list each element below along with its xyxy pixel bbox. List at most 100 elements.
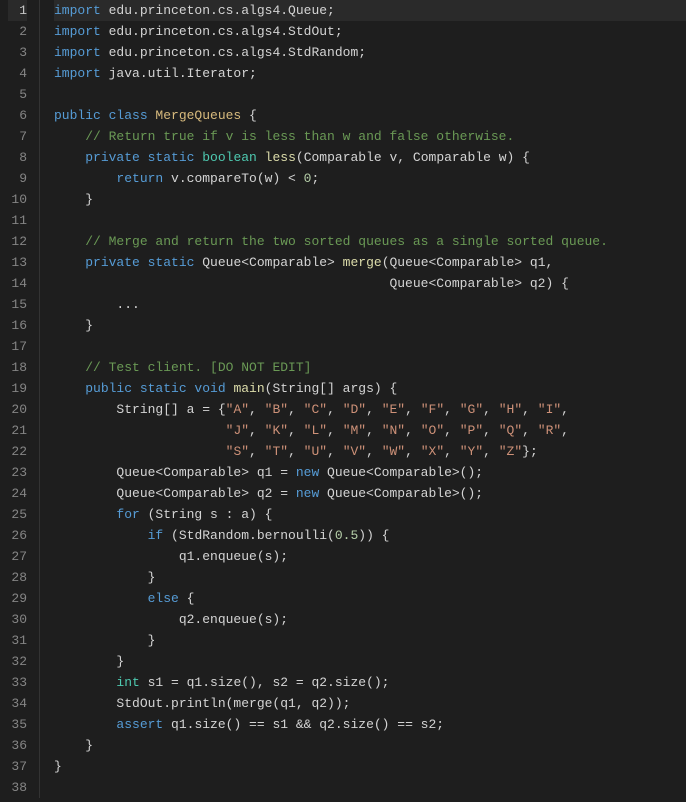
code-line[interactable]: "S", "T", "U", "V", "W", "X", "Y", "Z"};	[54, 441, 686, 462]
token-pun	[54, 171, 116, 186]
line-number: 9	[8, 168, 27, 189]
code-line[interactable]: }	[54, 315, 686, 336]
token-pun: (String s : a) {	[140, 507, 273, 522]
code-line[interactable]: // Merge and return the two sorted queue…	[54, 231, 686, 252]
code-line[interactable]: }	[54, 189, 686, 210]
code-line[interactable]: Queue<Comparable> q2 = new Queue<Compara…	[54, 483, 686, 504]
code-line[interactable]: import edu.princeton.cs.algs4.StdOut;	[54, 21, 686, 42]
line-number: 10	[8, 189, 27, 210]
token-pun	[54, 507, 116, 522]
token-str: "G"	[460, 402, 483, 417]
token-str: "S"	[226, 444, 249, 459]
token-pun	[257, 150, 265, 165]
code-line[interactable]: return v.compareTo(w) < 0;	[54, 168, 686, 189]
code-line[interactable]: public static void main(String[] args) {	[54, 378, 686, 399]
code-line[interactable]	[54, 210, 686, 231]
code-line[interactable]	[54, 777, 686, 798]
token-type: boolean	[202, 150, 257, 165]
code-line[interactable]: StdOut.println(merge(q1, q2));	[54, 693, 686, 714]
line-number: 1	[8, 0, 27, 21]
code-line[interactable]	[54, 336, 686, 357]
line-number: 8	[8, 147, 27, 168]
line-number: 5	[8, 84, 27, 105]
line-number: 29	[8, 588, 27, 609]
token-kw: private static	[85, 255, 194, 270]
code-line[interactable]: }	[54, 630, 686, 651]
line-number: 27	[8, 546, 27, 567]
code-line[interactable]: import java.util.Iterator;	[54, 63, 686, 84]
code-line[interactable]: assert q1.size() == s1 && q2.size() == s…	[54, 714, 686, 735]
token-pun: ,	[444, 423, 460, 438]
token-str: "D"	[343, 402, 366, 417]
line-number: 20	[8, 399, 27, 420]
token-pun: s1 = q1.size(), s2 = q2.size();	[140, 675, 390, 690]
token-cmt: // Return true if v is less than w and f…	[85, 129, 514, 144]
token-pun: )) {	[358, 528, 389, 543]
token-pun: ,	[288, 444, 304, 459]
code-line[interactable]: public class MergeQueues {	[54, 105, 686, 126]
token-pun: }	[54, 570, 155, 585]
token-str: "U"	[304, 444, 327, 459]
code-line[interactable]: private static Queue<Comparable> merge(Q…	[54, 252, 686, 273]
token-name: less	[265, 150, 296, 165]
token-pun: (String[] args) {	[265, 381, 398, 396]
code-line[interactable]: Queue<Comparable> q1 = new Queue<Compara…	[54, 462, 686, 483]
token-pun: ,	[483, 444, 499, 459]
code-line[interactable]	[54, 84, 686, 105]
token-kw: else	[148, 591, 179, 606]
token-pun	[54, 423, 226, 438]
token-type: int	[116, 675, 139, 690]
token-pun: Queue<Comparable> q1 =	[54, 465, 296, 480]
code-line[interactable]: }	[54, 567, 686, 588]
line-number: 38	[8, 777, 27, 798]
code-line[interactable]: "J", "K", "L", "M", "N", "O", "P", "Q", …	[54, 420, 686, 441]
token-pun: }	[54, 318, 93, 333]
code-line[interactable]: import edu.princeton.cs.algs4.StdRandom;	[54, 42, 686, 63]
token-pun: edu.princeton.cs.algs4.StdRandom;	[101, 45, 366, 60]
code-line[interactable]: q2.enqueue(s);	[54, 609, 686, 630]
code-line[interactable]: else {	[54, 588, 686, 609]
code-line[interactable]: if (StdRandom.bernoulli(0.5)) {	[54, 525, 686, 546]
token-pun: q2.enqueue(s);	[54, 612, 288, 627]
code-line[interactable]: String[] a = {"A", "B", "C", "D", "E", "…	[54, 399, 686, 420]
code-area[interactable]: import edu.princeton.cs.algs4.Queue;impo…	[40, 0, 686, 798]
code-line[interactable]: // Return true if v is less than w and f…	[54, 126, 686, 147]
token-str: "A"	[226, 402, 249, 417]
code-line[interactable]: // Test client. [DO NOT EDIT]	[54, 357, 686, 378]
code-line[interactable]: }	[54, 756, 686, 777]
code-line[interactable]: import edu.princeton.cs.algs4.Queue;	[54, 0, 686, 21]
token-pun: q1.enqueue(s);	[54, 549, 288, 564]
token-pun	[54, 381, 85, 396]
token-pun: ,	[249, 444, 265, 459]
token-pun: ,	[483, 423, 499, 438]
code-line[interactable]: ...	[54, 294, 686, 315]
token-str: "B"	[265, 402, 288, 417]
token-kw: return	[116, 171, 163, 186]
code-line[interactable]: int s1 = q1.size(), s2 = q2.size();	[54, 672, 686, 693]
token-pun: }	[54, 759, 62, 774]
line-number: 24	[8, 483, 27, 504]
token-pun: ,	[366, 444, 382, 459]
line-number: 28	[8, 567, 27, 588]
token-pun: }	[54, 192, 93, 207]
code-line[interactable]: }	[54, 735, 686, 756]
code-line[interactable]: Queue<Comparable> q2) {	[54, 273, 686, 294]
line-number: 13	[8, 252, 27, 273]
token-kw: import	[54, 3, 101, 18]
line-number: 22	[8, 441, 27, 462]
token-kw: new	[296, 465, 319, 480]
code-editor: 1234567891011121314151617181920212223242…	[0, 0, 686, 798]
code-line[interactable]: q1.enqueue(s);	[54, 546, 686, 567]
code-line[interactable]: private static boolean less(Comparable v…	[54, 147, 686, 168]
token-pun: }	[54, 633, 155, 648]
code-line[interactable]: }	[54, 651, 686, 672]
token-pun: ,	[327, 402, 343, 417]
token-pun: ,	[366, 423, 382, 438]
token-pun: {	[241, 108, 257, 123]
line-number: 19	[8, 378, 27, 399]
line-number: 32	[8, 651, 27, 672]
line-number: 6	[8, 105, 27, 126]
token-pun: (Comparable v, Comparable w) {	[296, 150, 530, 165]
token-pun: String[] a = {	[54, 402, 226, 417]
code-line[interactable]: for (String s : a) {	[54, 504, 686, 525]
